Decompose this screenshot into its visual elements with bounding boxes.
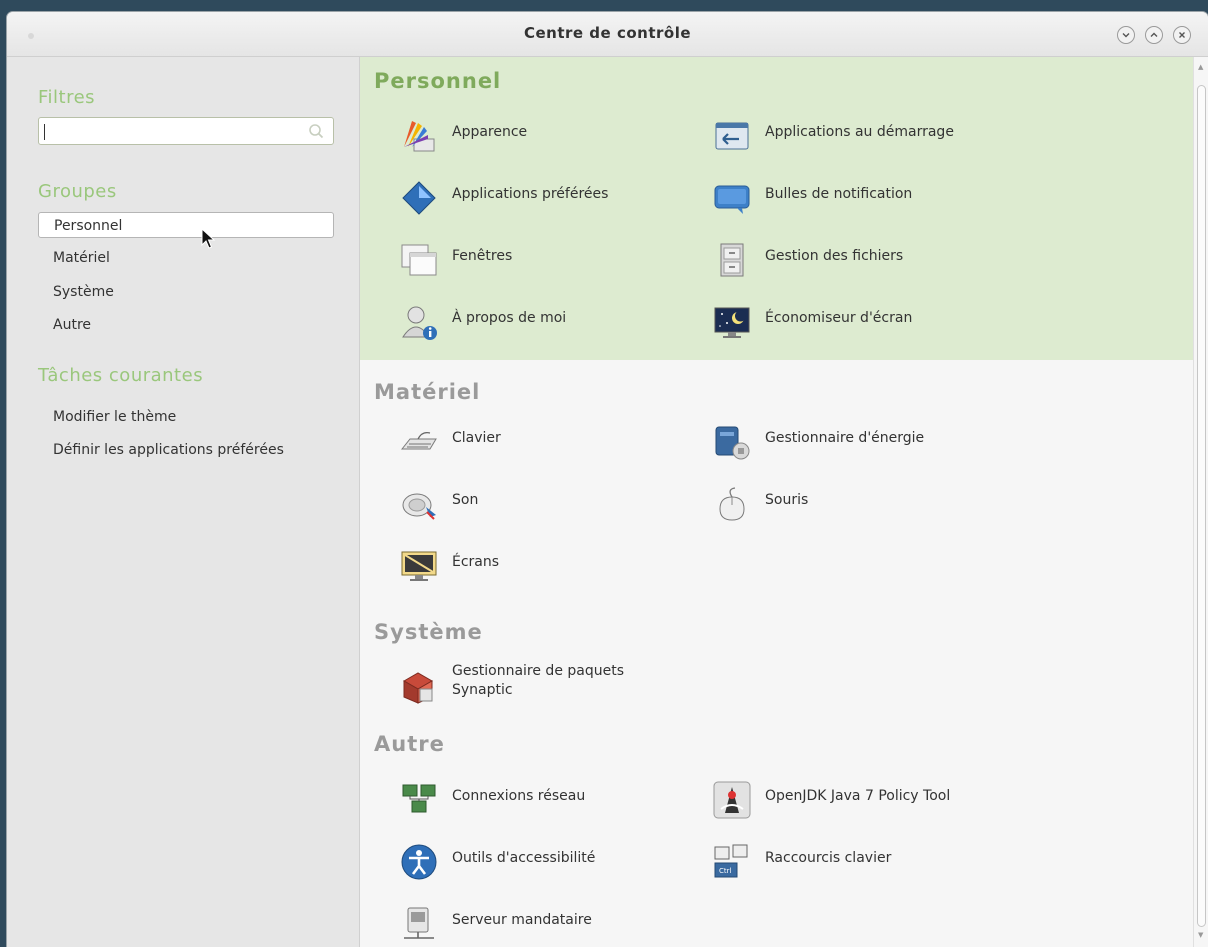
applet-applications-demarrage[interactable]: Applications au démarrage [713, 113, 1033, 153]
applet-label: Applications préférées [452, 186, 609, 202]
applet-ecrans[interactable]: Écrans [400, 543, 720, 583]
applet-a-propos-de-moi[interactable]: À propos de moi [400, 299, 720, 340]
network-connections-icon [402, 784, 436, 813]
sidebar: Filtres Groupes Personnel Matériel Systè… [7, 57, 359, 947]
scroll-up-icon[interactable]: ▲ [1198, 63, 1203, 71]
search-icon[interactable] [307, 122, 325, 140]
applet-label: Applications au démarrage [765, 124, 954, 140]
applet-clavier[interactable]: Clavier [400, 419, 720, 459]
mouse-pointer-icon [201, 228, 216, 249]
applet-applications-preferees[interactable]: Applications préférées [400, 175, 720, 215]
section-title-systeme: Système [374, 620, 483, 644]
applet-souris[interactable]: Souris [713, 481, 1033, 521]
group-personnel[interactable]: Personnel [38, 212, 334, 238]
section-title-personnel: Personnel [374, 69, 502, 93]
applet-label: Outils d'accessibilité [452, 850, 596, 866]
applet-label: Souris [765, 492, 809, 508]
applet-label: Gestionnaire d'énergie [765, 430, 925, 446]
displays-icon [401, 551, 437, 581]
vertical-scrollbar[interactable]: ▲ ▼ [1193, 57, 1208, 947]
file-management-icon [720, 243, 744, 277]
main-panel: Personnel Apparence Applications au déma… [359, 57, 1194, 947]
applet-label: Bulles de notification [765, 186, 913, 202]
screensaver-icon [714, 307, 750, 338]
keyboard-shortcuts-icon: Ctrl [714, 844, 748, 878]
applet-fenetres[interactable]: Fenêtres [400, 237, 720, 277]
applet-label: Écrans [452, 554, 500, 570]
close-icon [1179, 32, 1185, 38]
windows-icon [401, 244, 437, 276]
applet-son[interactable]: Son [400, 481, 720, 521]
applet-label: Connexions réseau [452, 788, 586, 804]
scrollbar-thumb[interactable] [1197, 85, 1206, 927]
applet-label: Son [452, 492, 479, 508]
task-preferred-applications[interactable]: Définir les applications préférées [53, 442, 284, 458]
proxy-server-icon [404, 907, 434, 939]
applet-label: Clavier [452, 430, 501, 446]
filters-heading: Filtres [38, 87, 96, 108]
applet-label: Économiseur d'écran [765, 310, 913, 326]
mouse-icon [719, 487, 745, 521]
applet-label: OpenJDK Java 7 Policy Tool [765, 788, 951, 804]
applet-label: À propos de moi [452, 310, 567, 326]
startup-applications-icon [715, 122, 749, 150]
applet-bulles-notification[interactable]: Bulles de notification [713, 175, 1033, 215]
group-autre[interactable]: Autre [38, 312, 334, 338]
appearance-icon [404, 121, 435, 152]
about-me-icon [402, 306, 437, 340]
window-title: Centre de contrôle [523, 24, 692, 42]
minimize-button[interactable] [1117, 26, 1135, 44]
section-title-materiel: Matériel [374, 380, 481, 404]
applet-raccourcis-clavier[interactable]: Ctrl Raccourcis clavier [713, 839, 1033, 879]
chevron-down-icon [1122, 33, 1130, 38]
applet-synaptic[interactable]: Gestionnaire de paquets Synaptic [400, 659, 720, 707]
keyboard-icon [400, 432, 437, 450]
maximize-button[interactable] [1145, 26, 1163, 44]
java-policy-tool-icon [713, 781, 751, 819]
applet-apparence[interactable]: Apparence [400, 113, 720, 153]
applet-label: Gestionnaire de paquets Synaptic [452, 663, 624, 698]
search-field[interactable] [38, 117, 334, 145]
notification-bubble-icon [714, 185, 750, 214]
applet-label: Raccourcis clavier [765, 850, 892, 866]
preferred-applications-icon [402, 181, 436, 215]
task-modify-theme[interactable]: Modifier le thème [53, 409, 176, 425]
sound-icon [402, 493, 436, 520]
power-manager-icon [715, 426, 750, 460]
section-title-autre: Autre [374, 732, 445, 756]
applet-connexions-reseau[interactable]: Connexions réseau [400, 777, 720, 817]
applet-serveur-mandataire[interactable]: Serveur mandataire [400, 901, 720, 941]
accessibility-icon [401, 844, 437, 880]
applet-java-policy-tool[interactable]: OpenJDK Java 7 Policy Tool [713, 777, 1033, 819]
svg-text:Ctrl: Ctrl [719, 867, 732, 875]
tasks-heading: Tâches courantes [38, 365, 204, 386]
applet-label: Gestion des fichiers [765, 248, 904, 264]
group-materiel[interactable]: Matériel [38, 245, 334, 271]
applet-label: Serveur mandataire [452, 912, 592, 928]
close-button[interactable] [1173, 26, 1191, 44]
control-center-window: Centre de contrôle Filtres Groupes Perso… [7, 12, 1208, 947]
title-bar[interactable]: Centre de contrôle [7, 12, 1208, 57]
chevron-up-icon [1150, 32, 1158, 37]
applet-gestion-fichiers[interactable]: Gestion des fichiers [713, 237, 1033, 277]
scroll-down-icon[interactable]: ▼ [1198, 931, 1203, 939]
group-systeme[interactable]: Système [38, 279, 334, 305]
applet-gestionnaire-energie[interactable]: Gestionnaire d'énergie [713, 419, 1033, 460]
groups-heading: Groupes [38, 181, 117, 202]
text-caret [44, 124, 45, 140]
applet-label: Fenêtres [452, 248, 513, 264]
applet-label: Apparence [452, 124, 528, 140]
applet-accessibilite[interactable]: Outils d'accessibilité [400, 839, 720, 880]
package-manager-icon [402, 672, 434, 704]
applet-economiseur-ecran[interactable]: Économiseur d'écran [713, 299, 1033, 339]
